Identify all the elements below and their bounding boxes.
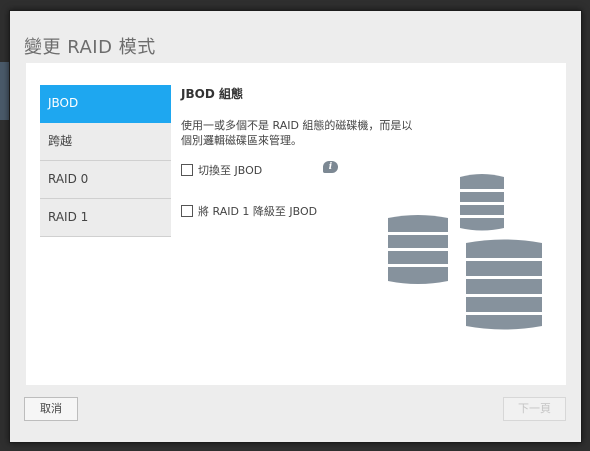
change-raid-mode-dialog: 變更 RAID 模式 JBOD 跨越 RAID 0 RAID 1 JBOD 組態… — [9, 10, 582, 443]
section-title: JBOD 組態 — [181, 87, 243, 101]
switch-to-jbod-label: 切換至 JBOD — [198, 164, 263, 177]
switch-to-jbod-option[interactable]: 切換至 JBOD — [181, 162, 262, 178]
description: 使用一或多個不是 RAID 組態的磁碟機，而是以個別邏輯磁碟區來管理。 — [181, 119, 413, 147]
raid-mode-nav: JBOD 跨越 RAID 0 RAID 1 — [40, 85, 171, 237]
next-button[interactable]: 下一頁 — [503, 397, 566, 421]
cancel-button[interactable]: 取消 — [24, 397, 78, 421]
dialog-footer: 取消 下一頁 — [10, 385, 581, 442]
switch-to-jbod-checkbox[interactable] — [181, 164, 193, 176]
nav-item-jbod[interactable]: JBOD — [40, 85, 171, 123]
degrade-raid1-option[interactable]: 將 RAID 1 降級至 JBOD — [181, 203, 317, 219]
info-icon[interactable]: i — [323, 161, 338, 173]
nav-item-raid1[interactable]: RAID 1 — [40, 199, 171, 237]
jbod-panel: JBOD 組態 使用一或多個不是 RAID 組態的磁碟機，而是以個別邏輯磁碟區來… — [181, 85, 441, 218]
degrade-raid1-label: 將 RAID 1 降級至 JBOD — [198, 205, 318, 218]
nav-item-spanning[interactable]: 跨越 — [40, 123, 171, 161]
dialog-title: 變更 RAID 模式 — [24, 37, 156, 58]
dialog-body: JBOD 跨越 RAID 0 RAID 1 JBOD 組態 使用一或多個不是 R… — [26, 63, 566, 385]
degrade-raid1-checkbox[interactable] — [181, 205, 193, 217]
disk-stack-icon — [388, 174, 542, 330]
nav-item-raid0[interactable]: RAID 0 — [40, 161, 171, 199]
